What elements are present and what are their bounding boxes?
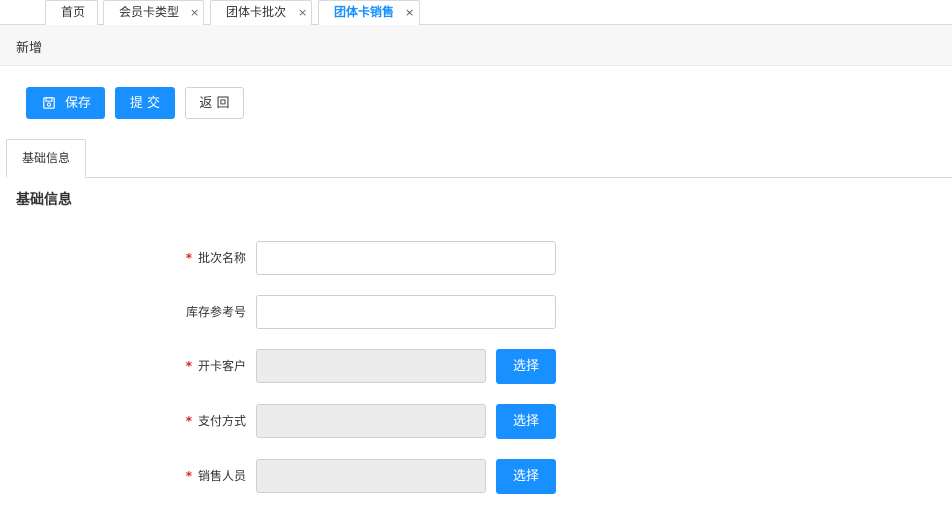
tab-label: 团体卡销售 [334, 5, 395, 19]
tab-divider [6, 177, 952, 178]
customer-label-text: 开卡客户 [197, 359, 246, 373]
salesperson-label: * 销售人员 [106, 468, 246, 484]
tab-member-card-type[interactable]: 会员卡类型 × [103, 0, 204, 25]
close-icon[interactable]: × [298, 1, 307, 24]
section-title: 基础信息 [16, 192, 72, 208]
batch-name-label: * 批次名称 [106, 250, 246, 266]
close-icon[interactable]: × [405, 1, 414, 24]
page-header: 新增 [0, 25, 952, 66]
tab-label: 会员卡类型 [119, 5, 180, 19]
salesperson-label-text: 销售人员 [197, 469, 246, 483]
select-payment-button[interactable]: 选择 [496, 404, 556, 439]
customer-label: * 开卡客户 [106, 358, 246, 374]
tab-basic-info[interactable]: 基础信息 [6, 139, 86, 178]
required-mark: * [185, 469, 192, 483]
salesperson-input [256, 459, 486, 493]
tab-label: 团体卡批次 [226, 5, 287, 19]
submit-button[interactable]: 提 交 [115, 87, 175, 119]
save-icon [43, 97, 55, 109]
save-button[interactable]: 保存 [26, 87, 105, 119]
select-salesperson-button[interactable]: 选择 [496, 459, 556, 494]
close-icon[interactable]: × [190, 1, 199, 24]
payment-label: * 支付方式 [106, 413, 246, 429]
batch-name-label-text: 批次名称 [197, 251, 246, 265]
stock-ref-label: 库存参考号 [106, 304, 246, 320]
back-button[interactable]: 返 回 [185, 87, 244, 119]
payment-input [256, 404, 486, 438]
tab-group-card-sales[interactable]: 团体卡销售 × [318, 0, 420, 26]
payment-label-text: 支付方式 [197, 414, 246, 428]
tab-label: 首页 [61, 5, 86, 19]
required-mark: * [185, 359, 192, 373]
tab-bar: 首页 会员卡类型 × 团体卡批次 × 团体卡销售 × [0, 0, 952, 26]
required-mark: * [185, 414, 192, 428]
stock-ref-label-text: 库存参考号 [185, 305, 246, 319]
page-title: 新增 [16, 41, 43, 56]
stock-ref-input[interactable] [256, 295, 556, 329]
customer-input [256, 349, 486, 383]
save-button-label: 保存 [65, 96, 92, 111]
tab-group-card-batch[interactable]: 团体卡批次 × [210, 0, 312, 25]
select-customer-button[interactable]: 选择 [496, 349, 556, 384]
tab-home[interactable]: 首页 [45, 0, 98, 25]
batch-name-input[interactable] [256, 241, 556, 275]
required-mark: * [185, 251, 192, 265]
